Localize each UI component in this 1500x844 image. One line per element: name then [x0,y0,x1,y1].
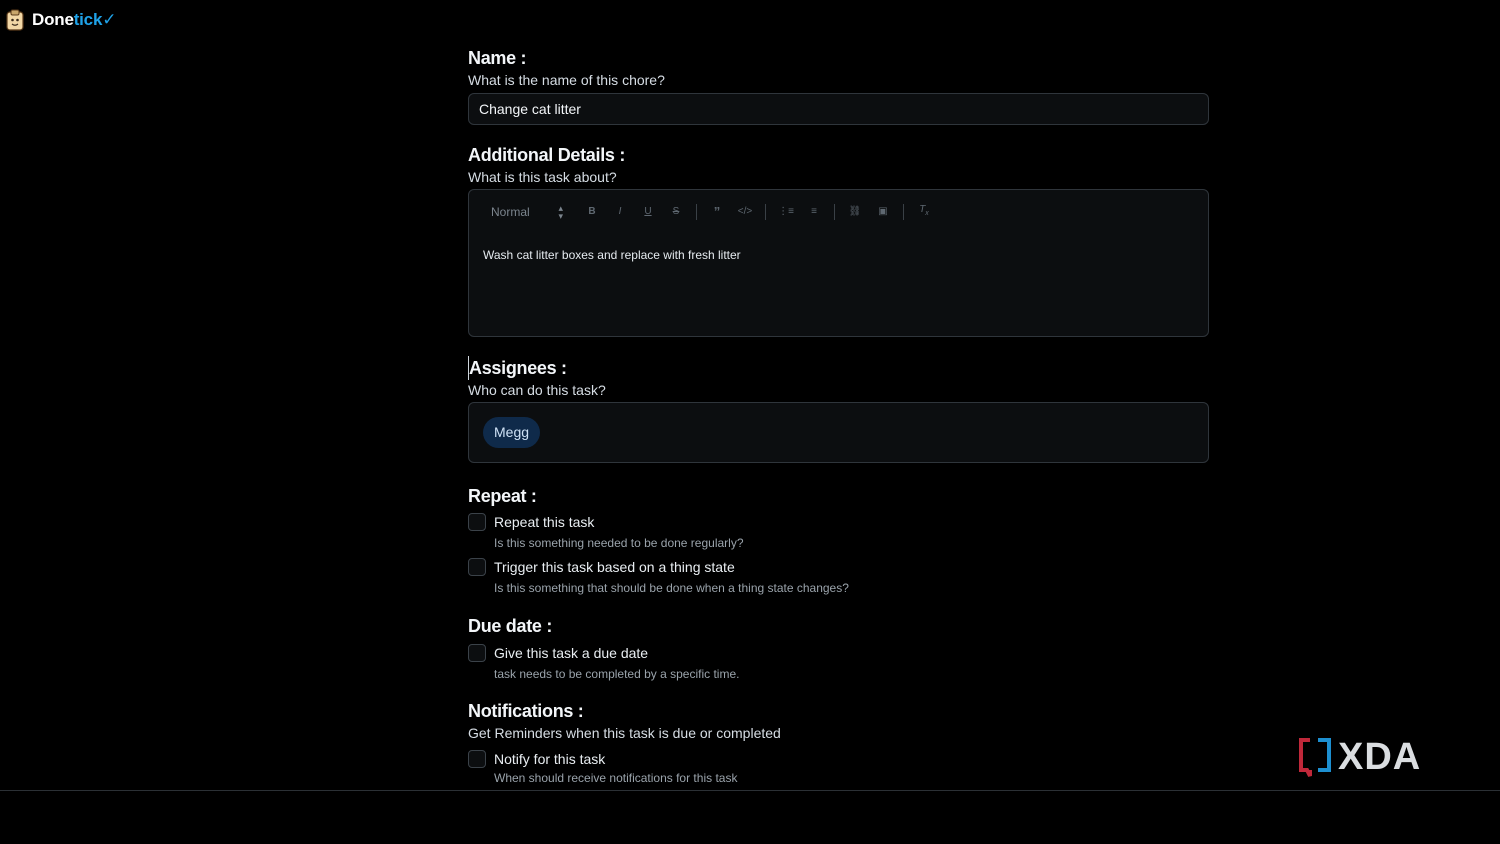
trigger-state-option[interactable]: Trigger this task based on a thing state… [468,557,1210,597]
xda-watermark: XDA [1298,736,1438,778]
trigger-state-label: Trigger this task based on a thing state [494,559,735,575]
repeat-section: Repeat : Repeat this task Is this someth… [468,484,1210,597]
link-icon[interactable]: ⛓ [841,202,869,222]
name-title: Name : [468,48,527,68]
toolbar-separator [834,204,835,220]
format-select[interactable]: Normal ▴ ▾ [483,203,565,221]
bullet-list-icon[interactable]: ≡ [800,202,828,222]
app-header: Donetick✓ [6,8,116,32]
xda-bracket-logo-icon [1299,738,1331,777]
underline-icon[interactable]: U [634,202,662,222]
brand-primary: Done [32,10,74,29]
notifications-title: Notifications : [468,701,584,721]
blockquote-icon[interactable]: ” [703,202,731,222]
brand-logo-text[interactable]: Donetick✓ [32,10,116,30]
due-date-title: Due date : [468,616,553,636]
details-title: Additional Details : [468,145,626,165]
due-date-hint: task needs to be completed by a specific… [494,667,740,681]
italic-icon[interactable]: I [606,202,634,222]
clipboard-logo-icon [6,9,24,31]
clear-format-icon[interactable]: Tx [910,200,938,224]
repeat-task-label: Repeat this task [494,514,595,530]
code-icon[interactable]: </> [731,202,759,222]
due-date-section: Due date : Give this task a due date tas… [468,614,1210,683]
ordered-list-icon[interactable]: ⋮≡ [772,202,800,222]
trigger-state-hint: Is this something that should be done wh… [494,581,849,595]
xda-watermark-text: XDA [1338,736,1422,778]
notify-label: Notify for this task [494,751,606,767]
due-date-option[interactable]: Give this task a due date task needs to … [468,643,1210,683]
details-section: Additional Details : What is this task a… [468,143,1210,337]
rich-text-editor[interactable]: Normal ▴ ▾ B I U S ” </> ⋮≡ ≡ ⛓ ▣ Tx Was… [468,189,1209,337]
bottom-divider [0,790,1500,791]
assignees-section: Assignees : Who can do this task? Megg [468,356,1210,463]
notifications-section: Notifications : Get Reminders when this … [468,699,1210,787]
repeat-task-option[interactable]: Repeat this task Is this something neede… [468,512,1210,552]
toolbar-separator [903,204,904,220]
editor-content[interactable]: Wash cat litter boxes and replace with f… [483,248,741,262]
assignee-chip-megg[interactable]: Megg [483,417,541,448]
format-select-value: Normal [491,205,530,219]
notifications-subtitle: Get Reminders when this task is due or c… [468,725,781,741]
toolbar-separator [571,204,572,220]
name-subtitle: What is the name of this chore? [468,72,665,88]
toolbar-separator [696,204,697,220]
chore-name-input[interactable] [468,93,1209,125]
name-section: Name : What is the name of this chore? [468,46,1210,125]
repeat-task-hint: Is this something needed to be done regu… [494,536,744,550]
editor-toolbar: Normal ▴ ▾ B I U S ” </> ⋮≡ ≡ ⛓ ▣ Tx [483,202,938,222]
repeat-task-checkbox[interactable] [468,513,486,531]
repeat-title: Repeat : [468,486,537,506]
chore-form: Name : What is the name of this chore? A… [468,46,1210,787]
notify-hint: When should receive notifications for th… [494,771,738,785]
trigger-state-checkbox[interactable] [468,558,486,576]
image-icon[interactable]: ▣ [869,202,897,222]
notify-option[interactable]: Notify for this task When should receive… [468,749,1210,787]
details-subtitle: What is this task about? [468,169,617,185]
toolbar-separator [765,204,766,220]
bold-icon[interactable]: B [578,202,606,222]
notify-checkbox[interactable] [468,750,486,768]
updown-chevron-icon: ▴ ▾ [558,203,563,221]
strikethrough-icon[interactable]: S [662,202,690,222]
due-date-label: Give this task a due date [494,645,649,661]
due-date-checkbox[interactable] [468,644,486,662]
assignees-title: Assignees : [468,356,1210,380]
assignees-subtitle: Who can do this task? [468,382,606,398]
brand-accent: tick✓ [73,10,117,29]
assignee-selector: Megg [468,402,1209,463]
